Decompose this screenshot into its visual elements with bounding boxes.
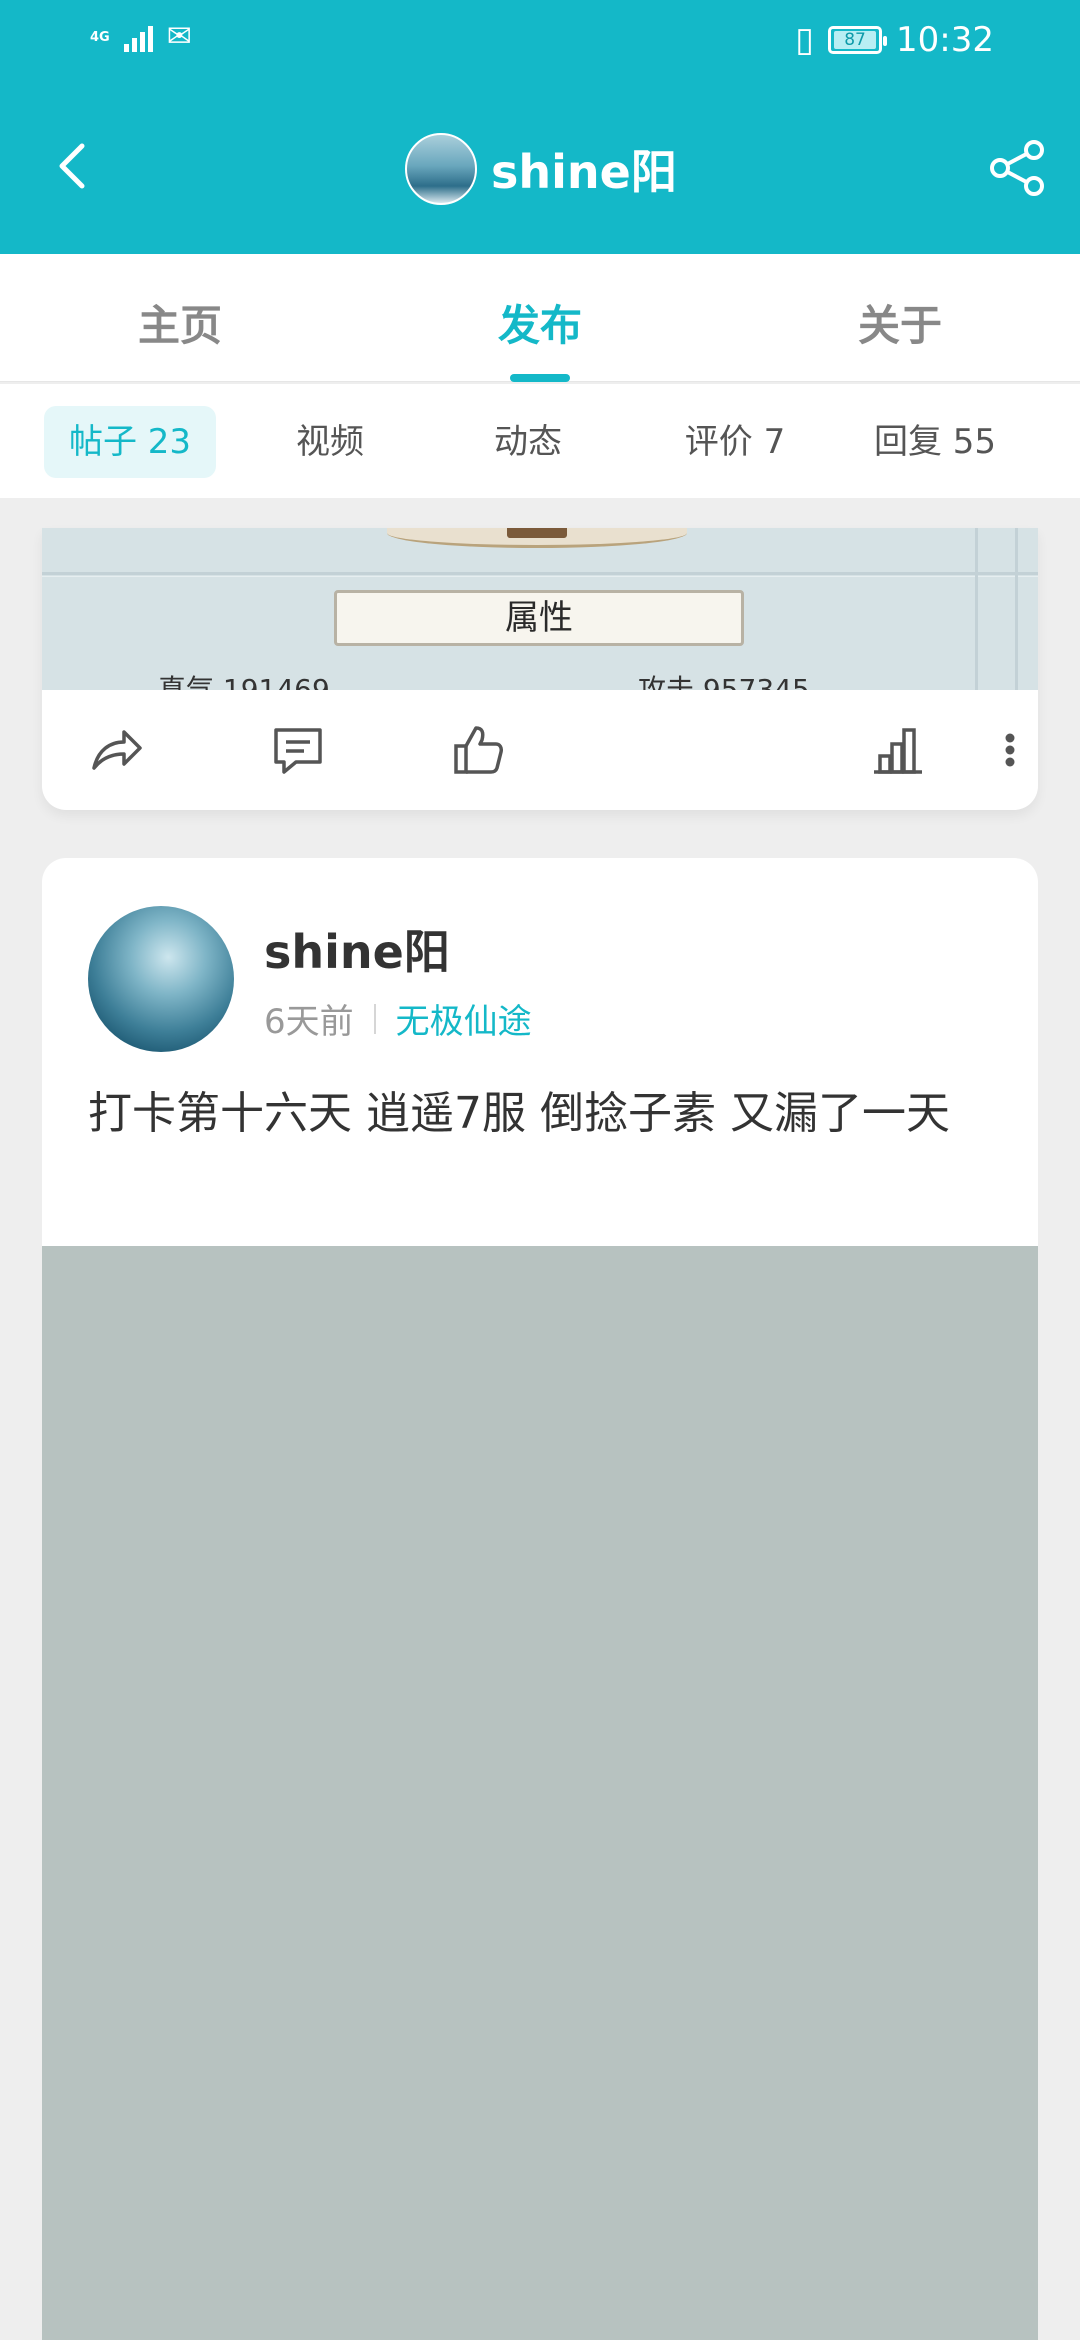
stats-icon[interactable]: [870, 722, 926, 778]
subtab-moments[interactable]: 动态: [453, 406, 603, 478]
tab-publish[interactable]: 发布: [498, 292, 582, 353]
post-image[interactable]: 属性 真气 191469 攻击 957345: [42, 528, 1038, 690]
tab-indicator: [510, 374, 570, 382]
divider: [42, 572, 1038, 575]
more-icon[interactable]: [982, 722, 1038, 778]
post-meta: 6天前 无极仙途: [264, 994, 532, 1043]
author-avatar[interactable]: [88, 906, 234, 1052]
profile-title[interactable]: shine阳: [405, 133, 677, 205]
divider: [42, 576, 1038, 577]
app-bar: shine阳: [0, 84, 1080, 254]
post-card[interactable]: 属性 真气 191469 攻击 957345: [42, 528, 1038, 810]
stat-zhenqi: 真气 191469: [158, 673, 330, 690]
divider: [975, 528, 978, 690]
battery-level: 87: [834, 31, 877, 49]
main-tabs: 主页 发布 关于: [0, 254, 1080, 382]
battery-icon: 87: [828, 26, 888, 54]
attribute-title: 属性: [334, 590, 744, 646]
signal-icon: [123, 22, 153, 52]
subtab-videos[interactable]: 视频: [255, 406, 405, 478]
stat-attack: 攻击 957345: [638, 673, 810, 690]
wechat-icon: ✉: [166, 19, 192, 54]
subtab-reviews[interactable]: 评价 7: [655, 406, 815, 478]
post-text[interactable]: 打卡第十六天 逍遥7服 倒捻子素 又漏了一天: [88, 1078, 998, 1150]
post-image[interactable]: [42, 1246, 1038, 2340]
share-icon[interactable]: [986, 136, 1050, 200]
post-card[interactable]: shine阳 6天前 无极仙途 打卡第十六天 逍遥7服 倒捻子素 又漏了一天: [42, 858, 1038, 2340]
author-name[interactable]: shine阳: [264, 916, 450, 982]
divider: [373, 1003, 376, 1034]
ornament-image: [387, 528, 687, 548]
status-bar: 4G ✉ ▯ 87 10:32: [0, 0, 1080, 84]
subtab-replies[interactable]: 回复 55: [855, 406, 1015, 478]
vibrate-icon: ▯: [795, 20, 815, 60]
network-label: 4G: [90, 29, 110, 45]
avatar[interactable]: [405, 133, 477, 205]
back-icon[interactable]: [44, 136, 104, 196]
clock: 10:32: [896, 20, 994, 60]
page-title: shine阳: [491, 145, 677, 199]
post-time: 6天前: [264, 1002, 354, 1042]
tab-about[interactable]: 关于: [858, 292, 942, 353]
divider: [1015, 528, 1018, 690]
like-icon[interactable]: [450, 722, 506, 778]
game-tag[interactable]: 无极仙途: [396, 994, 532, 1043]
subtab-posts[interactable]: 帖子 23: [44, 406, 216, 478]
comment-icon[interactable]: [270, 722, 326, 778]
tab-home[interactable]: 主页: [138, 292, 222, 353]
sub-tabs: 帖子 23 视频 动态 评价 7 回复 55: [0, 384, 1080, 498]
post-actions: [42, 690, 1038, 810]
share-arrow-icon[interactable]: [88, 722, 144, 778]
